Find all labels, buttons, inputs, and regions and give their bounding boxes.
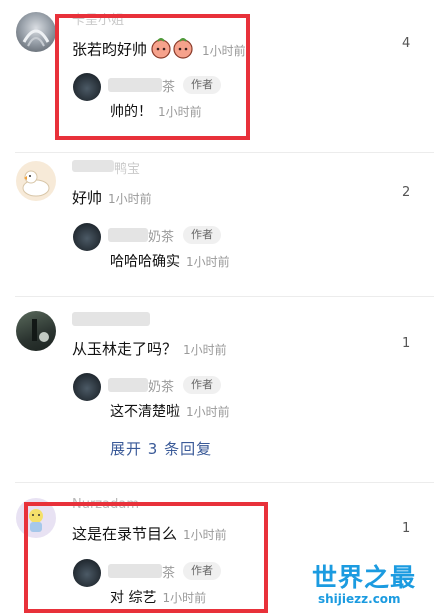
user-avatar[interactable] [16, 12, 56, 52]
like-count[interactable]: 1 [402, 521, 410, 536]
comment-time: 1小时前 [183, 343, 227, 357]
reply-body: 哈哈哈确实 [110, 254, 180, 270]
author-badge: 作者 [183, 376, 221, 394]
divider [15, 296, 434, 297]
author-name-blur [108, 378, 148, 392]
author-badge: 作者 [183, 226, 221, 244]
highlight-box-1 [55, 14, 250, 140]
user-avatar[interactable] [16, 311, 56, 351]
like-count[interactable]: 1 [402, 336, 410, 351]
divider [15, 482, 434, 483]
reply-text: 这不清楚啦 1小时前 [110, 401, 230, 421]
reply-body: 这不清楚啦 [110, 404, 180, 420]
author-name[interactable]: 奶茶 [148, 376, 174, 395]
author-name[interactable]: 奶茶 [148, 226, 174, 245]
reply-time: 1小时前 [186, 405, 230, 419]
comment-text: 从玉林走了吗？ 1小时前 [72, 338, 227, 359]
divider [15, 152, 434, 153]
highlight-box-2 [24, 502, 268, 613]
reply-time: 1小时前 [186, 255, 230, 269]
username[interactable]: 鸭宝 [114, 158, 140, 177]
watermark-url: shijiezz.com [318, 592, 401, 606]
like-count[interactable]: 2 [402, 185, 410, 200]
comment-body: 好帅 [72, 189, 103, 207]
user-avatar[interactable] [16, 161, 56, 201]
username-blur [72, 312, 150, 326]
username-blur [72, 160, 114, 172]
author-name-blur [108, 228, 148, 242]
comment-body: 从玉林走了吗？ [72, 340, 178, 358]
comment-text: 好帅 1小时前 [72, 187, 152, 208]
expand-replies-link[interactable]: 展开 3 条回复 [110, 438, 212, 459]
like-count[interactable]: 4 [402, 36, 410, 51]
author-avatar[interactable] [73, 373, 101, 401]
reply-text: 哈哈哈确实 1小时前 [110, 251, 230, 271]
comment-time: 1小时前 [108, 192, 152, 206]
watermark-logo: 世界之最 [312, 563, 417, 592]
author-avatar[interactable] [73, 223, 101, 251]
